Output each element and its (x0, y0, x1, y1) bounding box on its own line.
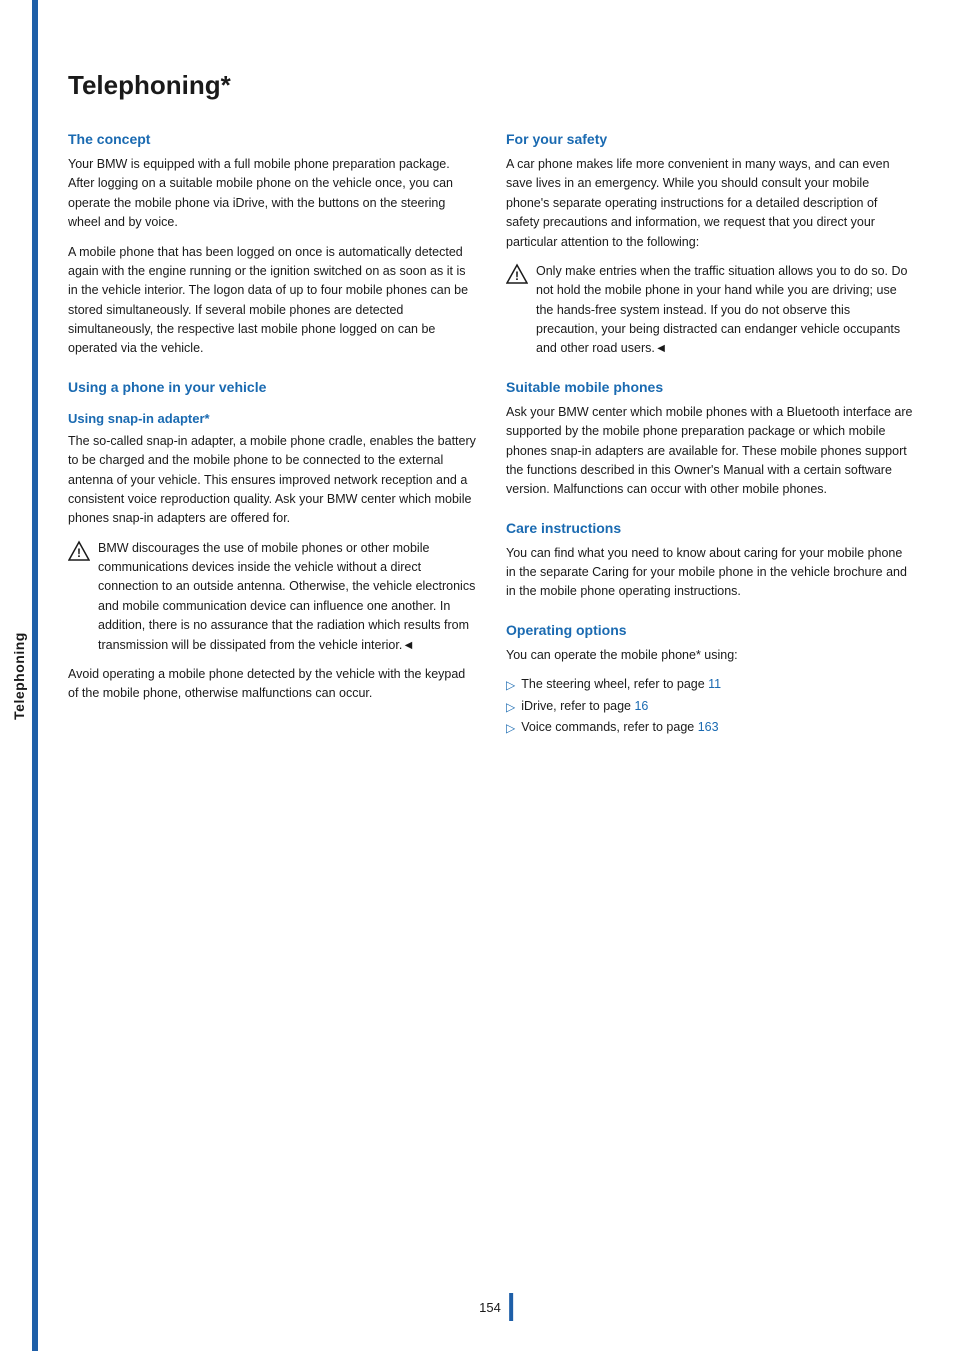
page-footer-bar (509, 1293, 513, 1321)
the-concept-para1: Your BMW is equipped with a full mobile … (68, 155, 476, 233)
suitable-phones-heading: Suitable mobile phones (506, 379, 914, 395)
operating-options-list: ▷ The steering wheel, refer to page 11 ▷… (506, 675, 914, 738)
warning-icon-1: ! (68, 540, 90, 562)
care-instructions-para1: You can find what you need to know about… (506, 544, 914, 602)
list-item-text-2: iDrive, refer to page 16 (521, 697, 648, 716)
page-title: Telephoning* (68, 70, 914, 101)
snap-in-para1: The so-called snap-in adapter, a mobile … (68, 432, 476, 529)
for-your-safety-heading: For your safety (506, 131, 914, 147)
list-item-voice: ▷ Voice commands, refer to page 163 (506, 718, 914, 738)
sidebar-tab: Telephoning (0, 0, 38, 1351)
care-instructions-heading: Care instructions (506, 520, 914, 536)
list-item-steering-wheel: ▷ The steering wheel, refer to page 11 (506, 675, 914, 695)
suitable-phones-para1: Ask your BMW center which mobile phones … (506, 403, 914, 500)
the-concept-heading: The concept (68, 131, 476, 147)
page-container: Telephoning Telephoning* The concept You… (0, 0, 954, 1351)
snap-in-para2: Avoid operating a mobile phone detected … (68, 665, 476, 704)
idrive-text: iDrive, refer to page (521, 699, 634, 713)
using-phone-heading: Using a phone in your vehicle (68, 379, 476, 395)
the-concept-para2: A mobile phone that has been logged on o… (68, 243, 476, 359)
svg-text:!: ! (77, 546, 81, 560)
warning-text-2: Only make entries when the traffic situa… (536, 262, 914, 359)
warning-icon-2: ! (506, 263, 528, 285)
page-number: 154 (479, 1300, 501, 1315)
right-column: For your safety A car phone makes life m… (506, 131, 914, 746)
warning-box-1: ! BMW discourages the use of mobile phon… (68, 539, 476, 655)
snap-in-sub-heading: Using snap-in adapter* (68, 411, 476, 426)
for-your-safety-para1: A car phone makes life more convenient i… (506, 155, 914, 252)
steering-wheel-text: The steering wheel, refer to page (521, 677, 708, 691)
list-item-text-1: The steering wheel, refer to page 11 (521, 675, 721, 694)
svg-text:!: ! (515, 269, 519, 283)
list-item-idrive: ▷ iDrive, refer to page 16 (506, 697, 914, 717)
warning-text-1: BMW discourages the use of mobile phones… (98, 539, 476, 655)
voice-link[interactable]: 163 (698, 720, 719, 734)
left-column: The concept Your BMW is equipped with a … (68, 131, 476, 746)
page-footer: 154 (479, 1293, 513, 1321)
sidebar-label: Telephoning (11, 632, 27, 720)
steering-wheel-link[interactable]: 11 (708, 677, 721, 691)
operating-options-intro: You can operate the mobile phone* using: (506, 646, 914, 665)
list-item-text-3: Voice commands, refer to page 163 (521, 718, 718, 737)
voice-text: Voice commands, refer to page (521, 720, 697, 734)
two-column-layout: The concept Your BMW is equipped with a … (68, 131, 914, 746)
bullet-arrow-3: ▷ (506, 719, 515, 738)
bullet-arrow-2: ▷ (506, 698, 515, 717)
operating-options-heading: Operating options (506, 622, 914, 638)
idrive-link[interactable]: 16 (634, 699, 648, 713)
bullet-arrow-1: ▷ (506, 676, 515, 695)
main-content: Telephoning* The concept Your BMW is equ… (38, 0, 954, 1351)
warning-box-2: ! Only make entries when the traffic sit… (506, 262, 914, 359)
